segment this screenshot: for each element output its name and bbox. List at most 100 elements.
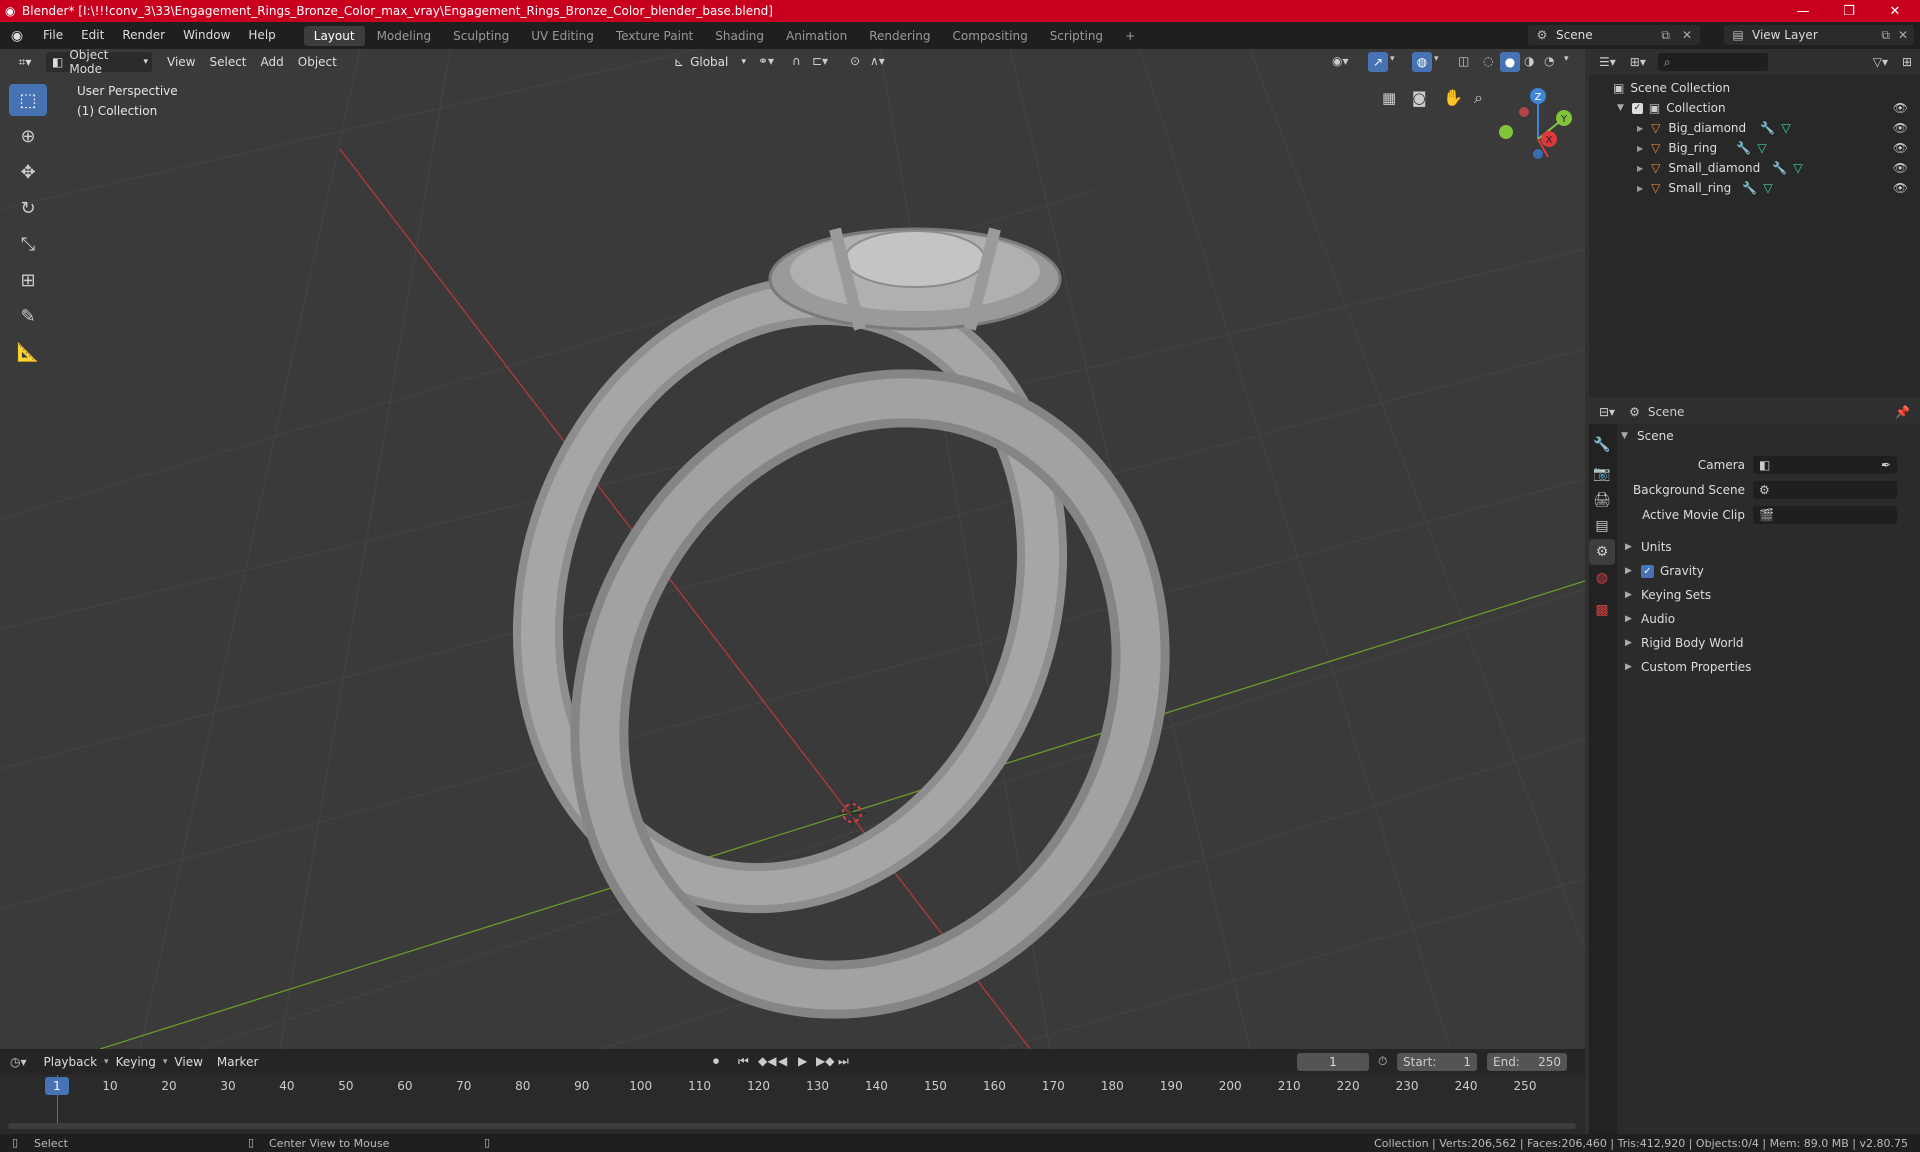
menu-render[interactable]: Render [113,22,174,49]
jump-start-icon[interactable]: ⏮ [738,1054,749,1069]
move-tool-icon[interactable]: ✥ [9,156,47,188]
rotate-tool-icon[interactable]: ↻ [9,192,47,224]
tab-texture-paint[interactable]: Texture Paint [606,26,703,46]
tab-uv-editing[interactable]: UV Editing [521,26,604,46]
eyedropper-icon[interactable]: ✒ [1881,458,1891,472]
expand-arrow-icon[interactable]: ▶ [1637,144,1643,153]
record-icon[interactable]: ⏺ [713,1054,719,1069]
next-keyframe-icon[interactable]: ▶◆ [816,1054,834,1068]
collection-checkbox[interactable]: ✓ [1631,102,1643,114]
outliner-object-row[interactable]: ▶ ▽ Big_ring 🔧 ▽ 👁 [1589,138,1920,158]
units-panel-header[interactable]: ▶ Units [1625,535,1672,559]
falloff-icon[interactable]: ∧▾ [870,54,885,68]
wireframe-shading-icon[interactable]: ◌ [1483,54,1493,68]
tab-shading[interactable]: Shading [705,26,774,46]
outliner-collection[interactable]: ▼ ✓ ▣ Collection 👁 [1589,98,1920,118]
filter-icon[interactable]: ▽▾ [1873,55,1888,69]
cursor-tool-icon[interactable]: ⊕ [9,120,47,152]
menu-file[interactable]: File [34,22,72,49]
mesh-data-icon[interactable]: ▽ [1781,121,1790,135]
editor-type-icon[interactable]: ◷▾ [10,1055,27,1069]
jump-end-icon[interactable]: ⏭ [838,1054,849,1069]
stopwatch-icon[interactable]: ⏱ [1378,1054,1387,1069]
chevron-down-icon[interactable]: ▾ [1434,54,1439,64]
mode-selector[interactable]: ◧ Object Mode ▾ [46,48,152,76]
gravity-panel-header[interactable]: ▶ ✓ Gravity [1625,559,1704,583]
modifier-wrench-icon[interactable]: 🔧 [1772,161,1787,175]
pivot-point-icon[interactable]: ⚭▾ [758,54,774,68]
current-frame-field[interactable]: 1 [1297,1053,1369,1071]
tab-sculpting[interactable]: Sculpting [443,26,519,46]
display-mode-icon[interactable]: ⊞▾ [1630,55,1646,69]
custom-properties-panel-header[interactable]: ▶ Custom Properties [1625,655,1751,679]
visibility-eye-icon[interactable]: 👁 [1893,101,1908,115]
viewport-menu-object[interactable]: Object [291,55,344,69]
visibility-eye-icon[interactable]: 👁 [1893,141,1908,155]
playhead-frame-badge[interactable]: 1 [45,1077,69,1095]
tab-render-icon[interactable]: 📷 [1589,461,1615,487]
new-collection-icon[interactable]: ⊞ [1902,55,1912,69]
audio-panel-header[interactable]: ▶ Audio [1625,607,1675,631]
transform-orientation-selector[interactable]: ⊾ Global ▾ [670,52,746,72]
outliner-object-row[interactable]: ▶ ▽ Small_ring 🔧 ▽ 👁 [1589,178,1920,198]
remove-scene-icon[interactable]: ✕ [1682,28,1692,42]
annotate-tool-icon[interactable]: ✎ [9,300,47,332]
timeline-menu-playback[interactable]: Playback [37,1055,105,1069]
navigation-gizmo[interactable]: Z Y X [1499,88,1572,159]
mesh-data-icon[interactable]: ▽ [1763,181,1772,195]
tab-world-icon[interactable]: ◍ [1589,565,1615,591]
tab-scene-icon[interactable]: ⚙ [1589,539,1615,565]
visibility-eye-icon[interactable]: 👁 [1893,181,1908,195]
engagement-rings-model[interactable] [457,227,1243,1049]
blender-menu-icon[interactable]: ◉ [0,28,34,44]
tab-scripting[interactable]: Scripting [1040,26,1113,46]
chevron-down-icon[interactable]: ▾ [1564,54,1569,64]
proportional-edit-icon[interactable]: ⊙ [850,54,860,68]
modifier-wrench-icon[interactable]: 🔧 [1736,141,1751,155]
scene-selector[interactable]: ⚙ Scene ⧉ ✕ [1528,25,1700,45]
measure-tool-icon[interactable]: 📐 [9,336,47,368]
menu-help[interactable]: Help [239,22,284,49]
gravity-checkbox[interactable]: ✓ [1641,564,1654,578]
material-shading-icon[interactable]: ◑ [1524,54,1534,68]
add-workspace-button[interactable]: + [1115,26,1145,46]
expand-arrow-icon[interactable]: ▶ [1637,164,1643,173]
editor-type-icon[interactable]: ⊟▾ [1599,405,1615,419]
viewport-menu-select[interactable]: Select [202,55,253,69]
scale-tool-icon[interactable]: ⤡ [9,228,47,260]
outliner-object-row[interactable]: ▶ ▽ Small_diamond 🔧 ▽ 👁 [1589,158,1920,178]
gizmo-toggle-icon[interactable]: ↗ [1368,52,1388,72]
rigid-body-world-panel-header[interactable]: ▶ Rigid Body World [1625,631,1744,655]
editor-type-button[interactable]: ⌗▾ [8,52,42,72]
end-frame-field[interactable]: End: 250 [1487,1053,1567,1071]
expand-arrow-icon[interactable]: ▶ [1637,184,1643,193]
visibility-icon[interactable]: ◉▾ [1332,54,1349,68]
play-reverse-icon[interactable]: ◀ [778,1054,787,1068]
camera-view-icon[interactable]: ◙ [1412,89,1427,107]
previous-keyframe-icon[interactable]: ◆◀ [758,1054,776,1068]
chevron-down-icon[interactable]: ▾ [1390,54,1395,64]
snap-target-icon[interactable]: ⊏▾ [812,54,828,68]
visibility-eye-icon[interactable]: 👁 [1893,161,1908,175]
tab-view-layer-icon[interactable]: ▤ [1589,513,1615,539]
play-icon[interactable]: ▶ [798,1054,807,1068]
copy-view-layer-icon[interactable]: ⧉ [1881,28,1890,43]
mesh-data-icon[interactable]: ▽ [1793,161,1802,175]
close-button[interactable]: ✕ [1872,0,1918,22]
outliner-search-input[interactable]: ⌕ [1657,53,1768,71]
tab-animation[interactable]: Animation [776,26,857,46]
editor-type-icon[interactable]: ☰▾ [1599,55,1616,69]
scene-panel-header[interactable]: ▼ Scene [1621,424,1674,448]
transform-tool-icon[interactable]: ⊞ [9,264,47,296]
solid-shading-icon[interactable]: ● [1500,52,1520,72]
tab-rendering[interactable]: Rendering [859,26,940,46]
pan-hand-icon[interactable]: ✋ [1443,88,1463,107]
background-scene-field[interactable]: ⚙ [1753,481,1897,499]
keying-sets-panel-header[interactable]: ▶ Keying Sets [1625,583,1711,607]
expand-arrow-icon[interactable]: ▶ [1637,124,1643,133]
expand-arrow-icon[interactable]: ▼ [1617,103,1624,113]
tab-modeling[interactable]: Modeling [367,26,442,46]
tab-texture-icon[interactable]: ▩ [1589,597,1615,623]
minimize-button[interactable]: — [1780,0,1826,22]
3d-viewport[interactable]: Z Y X ▦ ◙ ✋ ⌕ User Perspective (1) Colle… [0,49,1585,1049]
